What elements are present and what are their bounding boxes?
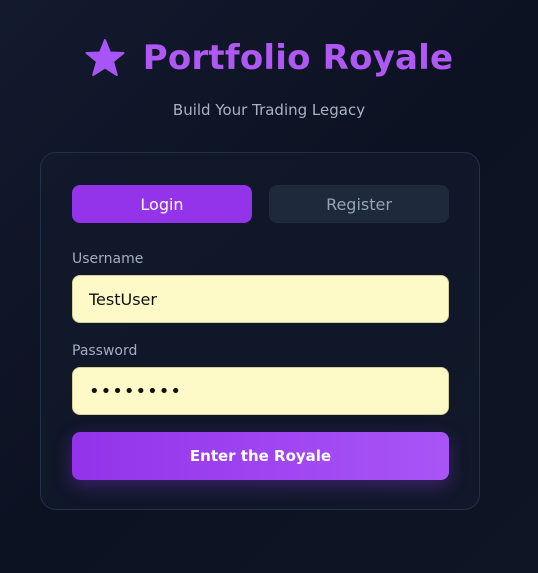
star-icon	[85, 39, 125, 76]
username-label: Username	[72, 251, 144, 267]
enter-royale-button[interactable]: Enter the Royale	[72, 432, 449, 480]
password-input[interactable]	[72, 367, 449, 415]
username-input[interactable]	[72, 275, 449, 323]
password-label: Password	[72, 343, 138, 359]
tab-login[interactable]: Login	[72, 185, 252, 223]
app-header: Portfolio Royale	[0, 36, 538, 80]
tab-register[interactable]: Register	[269, 185, 449, 223]
auth-card: Login Register Username Password Enter t…	[40, 152, 480, 510]
app-title: Portfolio Royale	[142, 38, 454, 78]
tagline: Build Your Trading Legacy	[172, 101, 366, 119]
